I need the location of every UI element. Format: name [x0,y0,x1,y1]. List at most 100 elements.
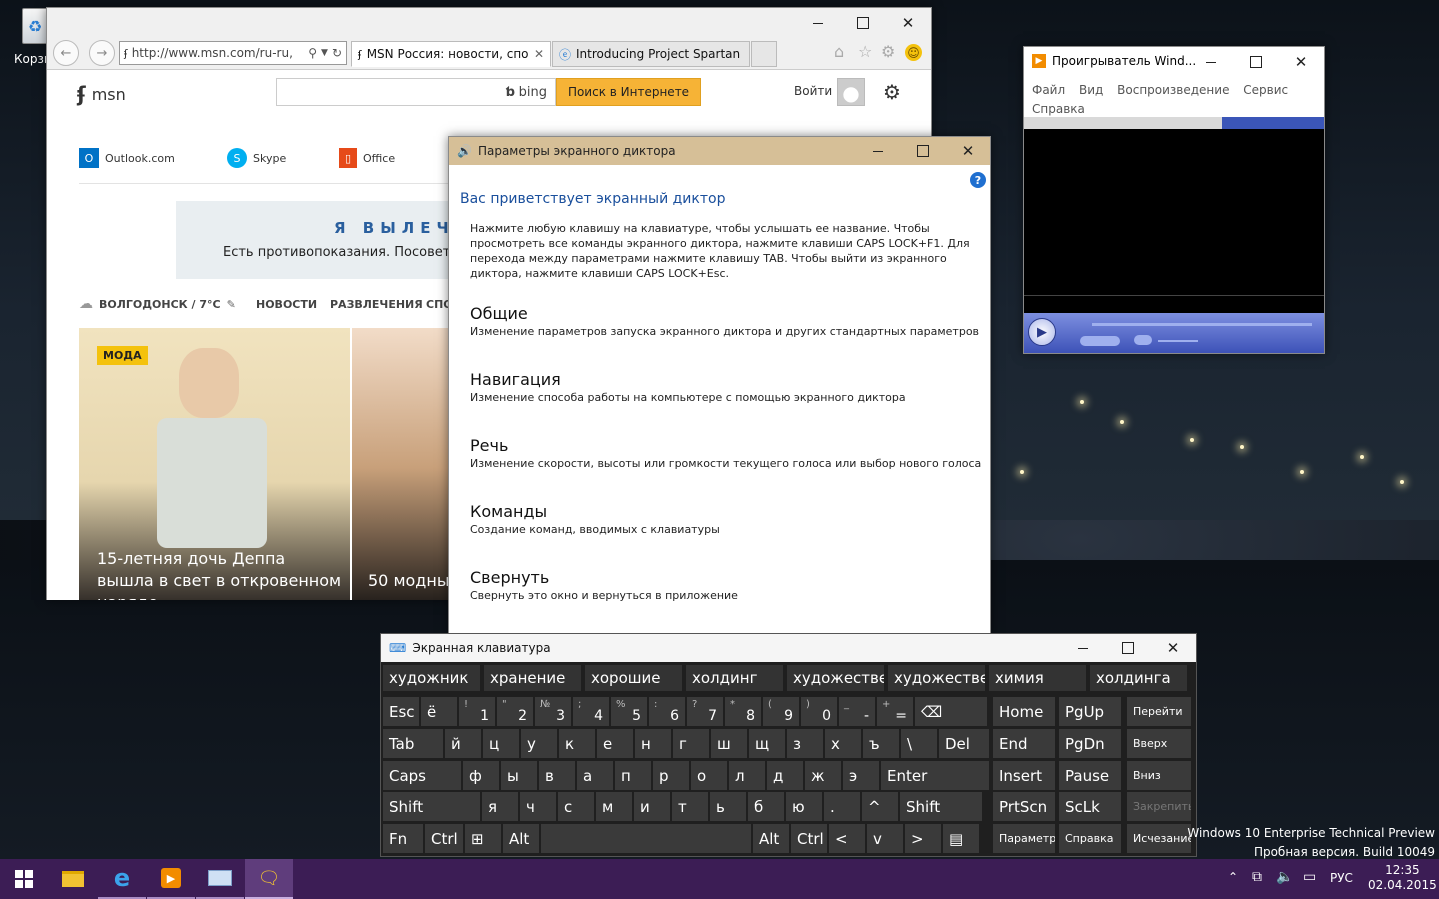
key-char[interactable]: о [691,761,727,790]
key-справка[interactable]: Справка [1059,824,1121,853]
clock[interactable]: 12:35 02.04.2015 [1368,863,1437,893]
suggestion-button[interactable]: художестве... [787,665,884,691]
key-sclk[interactable]: ScLk [1059,792,1121,821]
prev-next-buttons[interactable] [1080,336,1120,346]
minimize-button[interactable] [1060,633,1106,663]
key-char[interactable]: ж [805,761,841,790]
key-shift[interactable]: Shift [900,792,982,821]
key-char[interactable]: н [635,729,671,758]
key-char[interactable]: у [521,729,557,758]
key-char[interactable]: " 2 [497,697,533,726]
key-end[interactable]: End [993,729,1055,758]
key-char[interactable]: я [482,792,518,821]
key-char[interactable]: ч [520,792,556,821]
key-arrow-down[interactable]: v [867,824,903,853]
smiley-feedback-icon[interactable]: ☺ [905,44,922,61]
key-вверх[interactable]: Вверх [1127,729,1191,758]
key-fn[interactable]: Fn [383,824,423,853]
key-char[interactable]: з [787,729,823,758]
key-char[interactable]: и [634,792,670,821]
section-general[interactable]: Общие Изменение параметров запуска экран… [470,304,979,338]
gear-icon[interactable]: ⚙ [881,42,895,61]
key-pgup[interactable]: PgUp [1059,697,1121,726]
key-char[interactable]: е [597,729,633,758]
key-char[interactable]: а [577,761,613,790]
key-char[interactable]: * 8 [725,697,761,726]
nav-entertainment[interactable]: РАЗВЛЕЧЕНИЯ [330,298,423,311]
tab-msn[interactable]: ʄ MSN Россия: новости, спо... ✕ [351,41,551,67]
menu-view[interactable]: Вид [1079,83,1103,97]
suggestion-button[interactable]: холдинга [1090,665,1187,691]
key-prtscn[interactable]: PrtScn [993,792,1055,821]
key-вниз[interactable]: Вниз [1127,761,1191,790]
key-char[interactable]: в [539,761,575,790]
key-pause[interactable]: Pause [1059,761,1121,790]
mute-button[interactable] [1134,335,1152,345]
refresh-icon[interactable]: ↻ [332,46,342,60]
key-backspace[interactable]: ⌫ [915,697,987,726]
suggestion-button[interactable]: художестве... [888,665,985,691]
tab-project-spartan[interactable]: ⓔ Introducing Project Spartan on... [552,41,750,67]
close-button[interactable] [885,8,931,38]
key-char[interactable]: _ - [839,697,875,726]
key-перейти[interactable]: Перейти [1127,697,1191,726]
suggestion-button[interactable]: художник [383,665,480,691]
key-char[interactable]: ? 7 [687,697,723,726]
maximize-button[interactable] [1233,47,1279,77]
section-navigation[interactable]: Навигация Изменение способа работы на ко… [470,370,906,404]
key-pgdn[interactable]: PgDn [1059,729,1121,758]
key-char[interactable]: м [596,792,632,821]
start-button[interactable] [0,859,48,899]
key-char[interactable]: й [445,729,481,758]
key-char[interactable]: п [615,761,651,790]
key-char[interactable]: \ [901,729,937,758]
close-button[interactable] [945,136,991,166]
key-alt[interactable]: Alt [503,824,539,853]
key-insert[interactable]: Insert [993,761,1055,790]
key-char[interactable]: б [748,792,784,821]
close-button[interactable] [1150,633,1196,663]
network-icon[interactable]: ⧉ [1252,869,1262,885]
section-commands[interactable]: Команды Создание команд, вводимых с клав… [470,502,720,536]
taskbar-narrator[interactable]: 🗨 [245,859,293,899]
close-button[interactable] [1278,47,1324,77]
key-char[interactable]: ю [786,792,822,821]
key-shift[interactable]: Shift [383,792,480,821]
key-char[interactable]: т [672,792,708,821]
key-del[interactable]: Del [939,729,989,758]
taskbar-internet-explorer[interactable]: e [98,859,146,899]
key-caps[interactable]: Caps [383,761,461,790]
key-windows[interactable]: ⊞ [465,824,501,853]
link-office[interactable]: ▯ Office [339,148,395,168]
signin-link[interactable]: Войти [794,84,832,98]
key-arrow-right[interactable]: > [905,824,941,853]
section-speech[interactable]: Речь Изменение скорости, высоты или гром… [470,436,981,470]
menu-help[interactable]: Справка [1032,102,1085,116]
key-tab[interactable]: Tab [383,729,443,758]
key-char[interactable]: д [767,761,803,790]
key-char[interactable]: ц [483,729,519,758]
key-char[interactable]: (9 [763,697,799,726]
key-space[interactable] [541,824,751,853]
search-icon[interactable]: ⚲ [308,46,317,60]
key-char[interactable]: х [825,729,861,758]
key-enter[interactable]: Enter [881,761,989,790]
maximize-button[interactable] [900,136,946,166]
key-char[interactable]: к [559,729,595,758]
seek-bar[interactable] [1092,323,1312,326]
key-char[interactable]: с [558,792,594,821]
avatar[interactable]: ● [837,78,865,106]
minimize-button[interactable] [1188,47,1234,77]
web-search-button[interactable]: Поиск в Интернете [556,78,701,106]
key-char[interactable]: л [729,761,765,790]
weather-widget[interactable]: ☁ ВОЛГОДОНСК / 7°C ✎ [79,296,236,312]
maximize-button[interactable] [840,8,886,38]
menu-file[interactable]: Файл [1032,83,1065,97]
suggestion-button[interactable]: хранение [484,665,581,691]
key-char[interactable]: ъ [863,729,899,758]
edit-pencil-icon[interactable]: ✎ [227,298,236,311]
nav-news[interactable]: НОВОСТИ [256,298,317,311]
key-char[interactable]: р [653,761,689,790]
play-button[interactable]: ▶ [1028,318,1056,346]
key-char[interactable]: щ [749,729,785,758]
